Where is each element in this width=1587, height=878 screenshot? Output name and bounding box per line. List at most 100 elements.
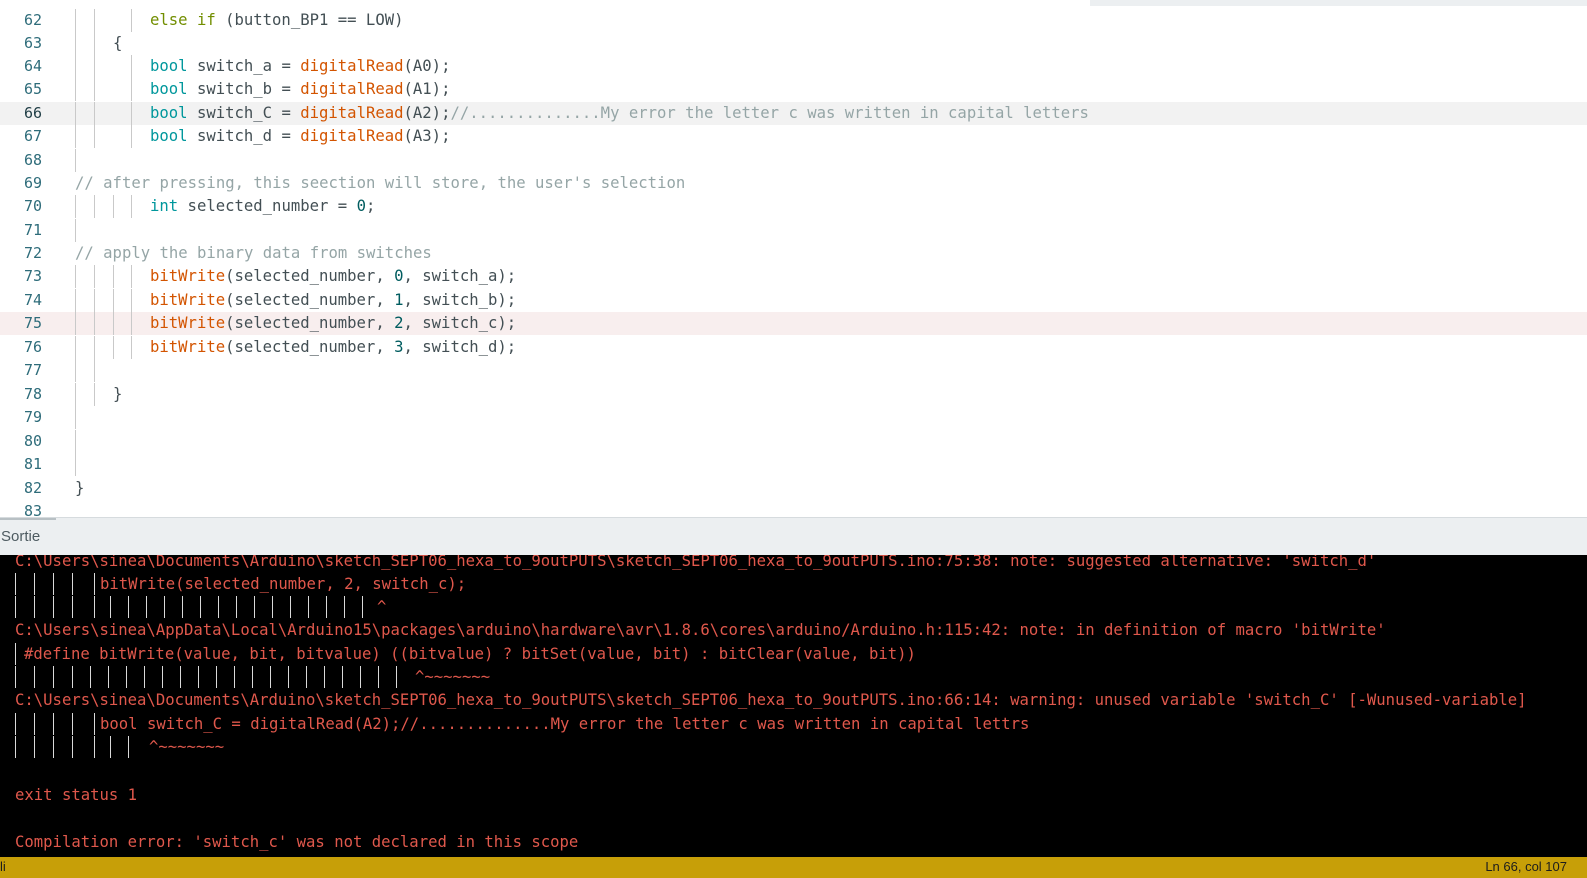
code-token: (selected_number, [225,338,395,356]
indent-guide [131,289,132,312]
console-line: ^~~~~~~~ [149,738,225,756]
code-token: switch_C = [187,104,301,122]
console-indent-guide [110,596,111,618]
console-indent-guide [180,666,181,688]
code-token: bool [150,104,188,122]
console-indent-guide [15,666,16,688]
console-line: bool switch_C = digitalRead(A2);//......… [100,715,1030,733]
code-line[interactable]: 81 [0,453,1587,476]
console-indent-guide [90,666,91,688]
line-number: 81 [23,455,42,473]
code-token: (A1); [403,80,451,98]
code-token: { [113,34,123,52]
code-line[interactable]: 64 bool switch_a = digitalRead(A0); [0,55,1587,78]
console-indent-guide [15,736,16,758]
code-text: bitWrite(selected_number, 2, switch_c); [150,312,516,335]
code-line[interactable]: 82} [0,477,1587,500]
indent-guide [75,219,76,242]
line-number: 80 [23,432,42,450]
code-text: bool switch_b = digitalRead(A1); [150,78,450,101]
code-editor[interactable]: 62 else if (button_BP1 == LOW) 63 {64 bool s… [0,0,1587,517]
code-line[interactable]: 83 [0,500,1587,517]
console-indent-guide [34,736,35,758]
code-line[interactable]: 62 else if (button_BP1 == LOW) [0,9,1587,32]
console-indent-guide [396,666,397,688]
console-indent-guide [272,596,273,618]
console-line: ^ [377,598,387,616]
line-number: 79 [23,408,42,426]
code-line[interactable]: 71 [0,219,1587,242]
console-indent-guide [288,666,289,688]
code-line[interactable]: 73 bitWrite(selected_number, 0, switch_a)… [0,265,1587,288]
code-line[interactable]: 76 bitWrite(selected_number, 3, switch_d)… [0,336,1587,359]
code-token: bitWrite [150,338,226,356]
code-line[interactable]: 79 [0,406,1587,429]
indent-guide [94,78,95,101]
console-indent-guide [53,573,54,595]
code-line[interactable]: 65 bool switch_b = digitalRead(A1); [0,78,1587,101]
code-token: ; [365,197,376,215]
console-indent-guide [72,596,73,618]
console-indent-guide [344,596,345,618]
console-line: C:\Users\sinea\AppData\Local\Arduino15\p… [15,621,1386,639]
indent-guide [94,265,95,288]
code-token: selected_number = [178,197,357,215]
code-line[interactable]: 68 [0,149,1587,172]
line-number: 76 [23,338,42,356]
indent-guide [131,55,132,78]
indent-guide [75,149,76,172]
console-indent-guide [234,666,235,688]
console-indent-guide [94,573,95,595]
console-indent-guide [53,666,54,688]
indent-guide [94,9,95,32]
code-token: 0 [356,197,366,215]
indent-guide [75,453,76,476]
code-text: // apply the binary data from switches [75,242,432,265]
output-console[interactable]: C:\Users\sinea\Documents\Arduino\sketch_… [0,555,1587,857]
code-line[interactable]: 77 [0,359,1587,382]
code-line[interactable]: 75 bitWrite(selected_number, 2, switch_c)… [0,312,1587,335]
code-token: switch_a = [187,57,301,75]
indent-guide [113,265,114,288]
console-indent-guide [94,713,95,735]
code-token: bitWrite [150,267,226,285]
console-indent-guide [94,596,95,618]
console-indent-guide [128,736,129,758]
console-indent-guide [34,573,35,595]
code-line[interactable]: 74 bitWrite(selected_number, 1, switch_b)… [0,289,1587,312]
code-token: (selected_number, [225,314,395,332]
indent-guide [131,9,132,32]
console-indent-guide [164,596,165,618]
code-line[interactable]: 69 // after pressing, this seection will … [0,172,1587,195]
ide-window: 62 else if (button_BP1 == LOW) 63 {64 bool s… [0,0,1587,878]
code-token: bool [150,127,188,145]
console-indent-guide [144,666,145,688]
indent-guide [94,55,95,78]
code-line[interactable]: 72 // apply the binary data from switches [0,242,1587,265]
code-line[interactable]: 70 int selected_number = 0; [0,195,1587,218]
code-line[interactable]: 78} [0,383,1587,406]
console-line: exit status 1 [15,786,138,804]
console-indent-guide [15,573,16,595]
console-indent-guide [378,666,379,688]
code-token: (A3); [403,127,451,145]
indent-guide [75,78,76,101]
code-token: switch_d = [187,127,301,145]
code-line[interactable]: 80 [0,430,1587,453]
indent-guide [75,430,76,453]
console-indent-guide [72,666,73,688]
console-indent-guide [128,596,129,618]
code-line[interactable]: 67 bool switch_d = digitalRead(A3); [0,125,1587,148]
console-indent-guide [162,666,163,688]
console-indent-guide [236,596,237,618]
console-indent-guide [110,736,111,758]
code-line[interactable]: 66 bool switch_C = digitalRead(A2);//....… [0,102,1587,125]
cursor-position[interactable]: Ln 66, col 107 [1485,859,1567,874]
code-token: , switch_d); [403,338,517,356]
indent-guide [75,55,76,78]
console-line: C:\Users\sinea\Documents\Arduino\sketch_… [15,555,1377,570]
code-token: , switch_b); [403,291,517,309]
output-panel-title: Sortie [1,528,41,545]
output-header-accent [0,518,56,520]
code-line[interactable]: 63 { [0,32,1587,55]
